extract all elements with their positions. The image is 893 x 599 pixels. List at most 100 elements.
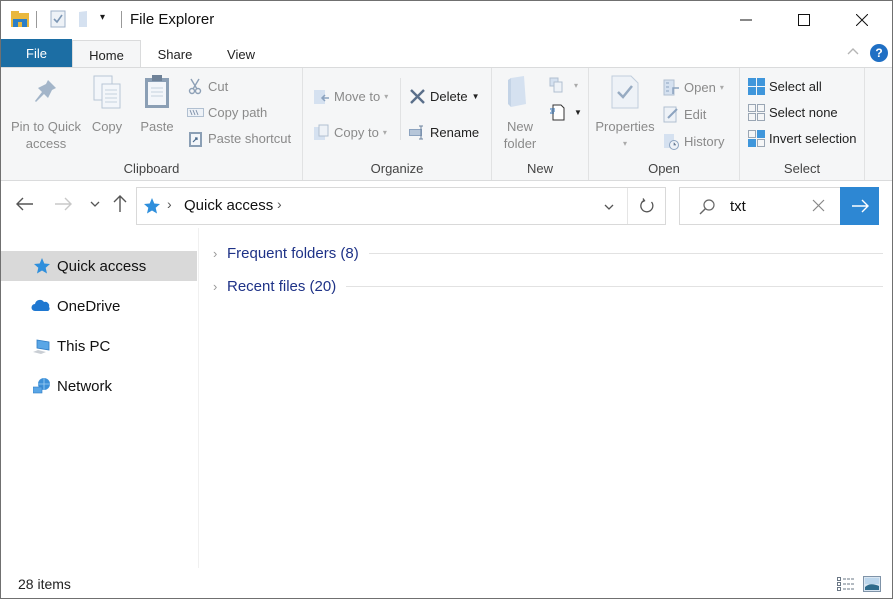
arrow-right-icon [851, 199, 869, 213]
invert-selection-icon [748, 129, 765, 147]
pin-to-quick-access-button[interactable]: Pin to Quick access [7, 74, 85, 152]
details-view-icon[interactable] [837, 576, 855, 592]
clipboard-group: Pin to Quick access Copy Paste Cut Copy … [1, 68, 303, 180]
chevron-down-icon [90, 201, 100, 207]
minimize-icon [740, 19, 752, 20]
copy-to-icon [314, 124, 329, 140]
recent-locations-button[interactable] [83, 192, 107, 216]
paste-icon [145, 75, 169, 108]
open-button[interactable]: Open ▾ [663, 76, 724, 98]
sidebar-item-quick-access[interactable]: Quick access [1, 251, 197, 281]
forward-button[interactable] [51, 192, 75, 216]
ribbon-tabs: File Home Share View [1, 38, 892, 69]
divider [368, 252, 883, 254]
star-icon [144, 198, 160, 214]
move-to-icon [314, 89, 329, 104]
large-icons-view-icon[interactable] [863, 576, 881, 592]
sidebar-item-network[interactable]: Network [1, 371, 197, 401]
star-icon [34, 258, 50, 274]
up-arrow-icon [113, 195, 127, 212]
properties-dropdown-caret: ▾ [622, 139, 627, 148]
delete-button[interactable]: Delete ▼ [409, 85, 480, 107]
tab-view[interactable]: View [209, 40, 273, 68]
copy-button[interactable]: Copy [89, 74, 125, 135]
address-dropdown-button[interactable] [599, 197, 619, 217]
forward-arrow-icon [55, 197, 72, 211]
navigation-bar: › Quick access › txt [1, 182, 892, 228]
open-icon [663, 79, 679, 95]
breadcrumb-chevron[interactable]: › [277, 196, 282, 212]
help-icon[interactable]: ? [870, 44, 888, 62]
address-bar[interactable]: › Quick access › [136, 187, 666, 225]
maximize-icon [798, 13, 810, 26]
cut-button[interactable]: Cut [187, 75, 228, 97]
pin-icon [35, 80, 56, 102]
new-folder-button[interactable]: New folder [498, 74, 542, 152]
copy-to-button[interactable]: Copy to ▾ [313, 121, 387, 143]
properties-qat-icon[interactable] [50, 10, 66, 28]
ribbon: Pin to Quick access Copy Paste Cut Copy … [1, 67, 892, 181]
paste-button[interactable]: Paste [137, 74, 177, 135]
cloud-icon [31, 299, 50, 311]
new-group-label: New [526, 161, 553, 176]
easy-access-icon [550, 104, 565, 120]
frequent-folders-group-header[interactable]: › Frequent folders (8) [213, 241, 883, 265]
properties-button[interactable]: Properties ▾ [593, 74, 657, 152]
search-box[interactable]: txt [679, 187, 841, 225]
new-item-button[interactable]: ▾ [549, 74, 578, 96]
clear-search-button[interactable] [812, 196, 825, 217]
search-go-button[interactable] [840, 187, 879, 225]
separator [400, 78, 401, 140]
select-none-icon [748, 103, 765, 121]
close-button[interactable] [833, 1, 891, 38]
computer-icon [33, 339, 50, 354]
search-icon [699, 199, 715, 215]
select-none-button[interactable]: Select none [748, 101, 838, 123]
back-button[interactable] [13, 192, 37, 216]
tab-file[interactable]: File [1, 39, 72, 67]
sidebar-item-onedrive[interactable]: OneDrive [1, 291, 197, 321]
rename-button[interactable]: Rename [409, 121, 479, 143]
move-to-button[interactable]: Move to ▾ [313, 85, 388, 107]
separator [36, 11, 37, 28]
select-all-button[interactable]: Select all [748, 75, 822, 97]
collapse-ribbon-icon[interactable] [846, 45, 860, 59]
history-icon [664, 133, 679, 150]
breadcrumb-chevron[interactable]: › [167, 196, 172, 212]
title-bar: ▾ File Explorer [1, 1, 892, 38]
invert-selection-button[interactable]: Invert selection [748, 127, 856, 149]
chevron-right-icon: › [213, 278, 218, 294]
divider [346, 285, 883, 287]
tab-home[interactable]: Home [72, 40, 141, 69]
copy-icon [93, 75, 121, 109]
file-explorer-window: ▾ File Explorer File Home Share View ? P… [0, 0, 893, 599]
scissors-icon [188, 78, 202, 94]
new-folder-icon [508, 76, 526, 107]
new-folder-qat-icon[interactable] [77, 10, 91, 28]
properties-icon [611, 75, 639, 109]
edit-icon [663, 106, 678, 122]
breadcrumb-quick-access[interactable]: Quick access [184, 197, 273, 214]
history-button[interactable]: History [663, 130, 724, 152]
open-group-label: Open [648, 161, 680, 176]
rename-icon [409, 125, 423, 139]
paste-shortcut-button[interactable]: Paste shortcut [187, 127, 291, 149]
copy-path-button[interactable]: Copy path [187, 101, 267, 123]
maximize-button[interactable] [775, 1, 833, 38]
open-group: Properties ▾ Open ▾ Edit History Open [589, 68, 740, 180]
select-all-icon [748, 77, 765, 95]
up-button[interactable] [108, 192, 132, 216]
tab-share[interactable]: Share [141, 40, 209, 68]
close-icon [856, 13, 868, 26]
minimize-button[interactable] [717, 1, 775, 38]
refresh-icon [639, 198, 653, 213]
customize-qat-dropdown[interactable]: ▾ [100, 12, 105, 23]
easy-access-button[interactable]: ▼ [549, 101, 582, 123]
status-bar: 28 items [1, 568, 892, 598]
search-input[interactable]: txt [730, 198, 746, 215]
recent-files-group-header[interactable]: › Recent files (20) [213, 274, 883, 298]
edit-button[interactable]: Edit [663, 103, 706, 125]
back-arrow-icon [16, 197, 33, 211]
refresh-button[interactable] [627, 188, 665, 224]
sidebar-item-this-pc[interactable]: This PC [1, 331, 197, 361]
